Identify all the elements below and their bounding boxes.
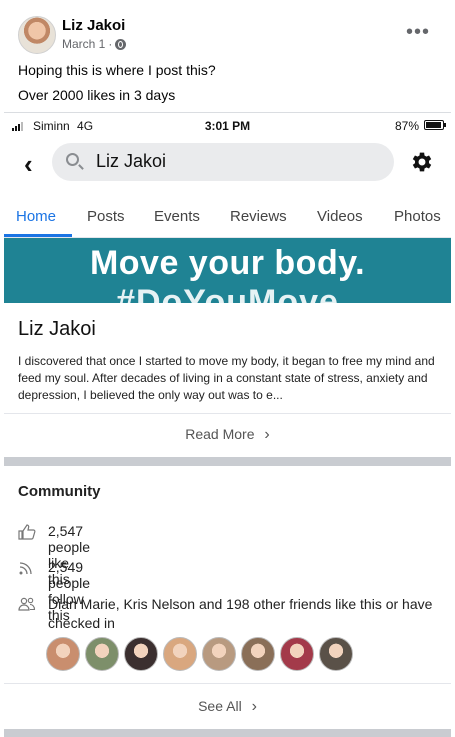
page-about: I discovered that once I started to move… [18, 354, 435, 402]
search-icon [66, 153, 79, 166]
tab-reviews[interactable]: Reviews [230, 208, 287, 225]
battery-icon [424, 120, 446, 130]
page-tabs: Home Posts Events Reviews Videos Photos [4, 199, 451, 238]
battery-percent: 87% [394, 119, 419, 133]
see-all-button[interactable]: See All › [4, 698, 451, 716]
tab-videos[interactable]: Videos [317, 208, 363, 225]
tab-home[interactable]: Home [16, 208, 56, 225]
friend-avatar[interactable] [46, 637, 80, 671]
friend-avatar[interactable] [163, 637, 197, 671]
post-text-line1: Hoping this is where I post this? [18, 62, 216, 78]
status-bar: Siminn 4G 3:01 PM 87% [4, 113, 451, 139]
friend-avatar[interactable] [85, 637, 119, 671]
post-date[interactable]: March 1 [62, 37, 105, 51]
read-more-label: Read More [185, 426, 255, 442]
section-divider [4, 457, 451, 466]
page-title: Liz Jakoi [18, 318, 96, 340]
chevron-left-icon[interactable]: ‹ [24, 151, 33, 177]
chevron-right-icon: › [264, 426, 270, 443]
friend-avatar[interactable] [241, 637, 275, 671]
friend-avatar[interactable] [202, 637, 236, 671]
post-text-line2: Over 2000 likes in 3 days [18, 87, 176, 103]
post-author[interactable]: Liz Jakoi [62, 17, 125, 34]
read-more-button[interactable]: Read More › [4, 426, 451, 444]
friend-avatar[interactable] [319, 637, 353, 671]
ellipsis-icon[interactable]: ••• [406, 22, 430, 42]
tab-photos[interactable]: Photos [394, 208, 441, 225]
read-more-row: Read More › [4, 413, 451, 456]
friend-avatar[interactable] [124, 637, 158, 671]
friend-avatar[interactable] [280, 637, 314, 671]
attached-screenshot[interactable]: Siminn 4G 3:01 PM 87% ‹ Liz Jakoi Home P… [4, 112, 451, 737]
tab-posts[interactable]: Posts [87, 208, 125, 225]
gear-icon[interactable] [409, 149, 435, 175]
banner-line1: Move your body. [89, 244, 366, 282]
date-separator: · [108, 37, 113, 51]
active-tab-indicator [4, 234, 72, 237]
see-all-label: See All [198, 698, 242, 714]
tab-events[interactable]: Events [154, 208, 200, 225]
author-avatar[interactable] [18, 16, 56, 54]
chevron-right-icon: › [251, 698, 257, 715]
globe-icon [115, 38, 127, 50]
thumbs-up-icon [18, 524, 36, 540]
post-header: Liz Jakoi March 1 · ••• [18, 16, 438, 56]
search-value: Liz Jakoi [96, 151, 167, 171]
search-navbar: ‹ Liz Jakoi [4, 141, 451, 189]
community-title: Community [18, 483, 101, 500]
search-input[interactable]: Liz Jakoi [52, 143, 394, 181]
post-meta: March 1 · [62, 37, 127, 51]
friends-icon [18, 597, 36, 611]
rss-icon [19, 562, 32, 575]
friends-text: Dian Marie, Kris Nelson and 198 other fr… [48, 596, 433, 631]
cover-banner[interactable]: Move your body. #DoYouMove [4, 238, 451, 303]
see-all-row: See All › [4, 683, 451, 728]
status-time: 3:01 PM [204, 119, 251, 133]
banner-line2: #DoYouMove [116, 283, 339, 303]
